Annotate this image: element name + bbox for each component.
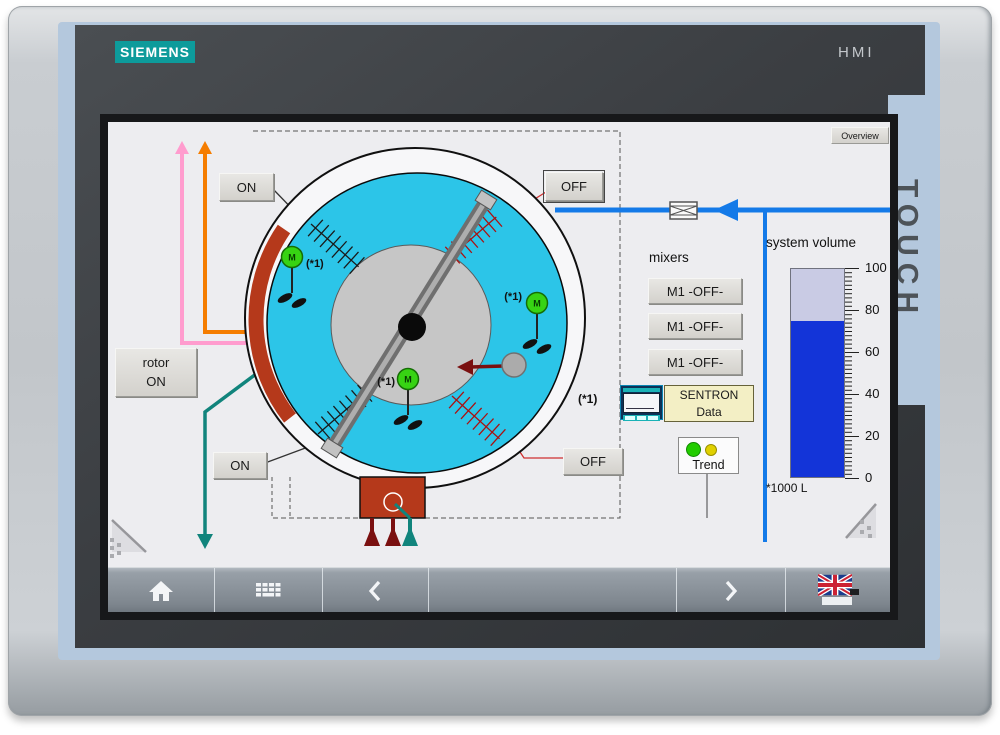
green-indicator-led (686, 442, 701, 457)
pump-housing (360, 477, 425, 518)
pink-feed-line (175, 141, 251, 343)
rotor-on-button[interactable]: rotor ON (115, 348, 197, 397)
motor-note-1: (*1) (306, 258, 324, 270)
volume-tick-label: 0 (865, 470, 890, 486)
sentron-device-icon (620, 385, 663, 420)
mixer-button-3[interactable]: M1 -OFF- (648, 349, 742, 375)
nav-spacer (429, 568, 677, 612)
chevron-left-icon (367, 580, 383, 602)
mixers-section-label: mixers (649, 250, 689, 265)
volume-tick-label: 60 (865, 344, 890, 360)
center-hub (398, 313, 426, 341)
language-label-area (822, 597, 852, 605)
system-volume-bar (790, 268, 845, 478)
home-icon (148, 579, 174, 603)
sentron-data-button[interactable]: SENTRON Data (664, 385, 754, 422)
sentron-device-screen (623, 393, 660, 413)
volume-tick-label: 20 (865, 428, 890, 444)
siemens-logo: SIEMENS (115, 41, 195, 63)
sentron-note: (*1) (578, 392, 597, 406)
rotor-button-line2: ON (146, 373, 166, 392)
volume-tick-label: 80 (865, 302, 890, 318)
yellow-indicator-led (705, 444, 717, 456)
svg-text:M: M (404, 375, 412, 385)
sentron-button-line2: Data (696, 404, 721, 420)
uk-flag-icon (818, 574, 852, 596)
volume-scale-ticks (845, 267, 863, 479)
scraper-off-button-top[interactable]: OFF (545, 172, 603, 201)
rotor-button-line1: rotor (143, 354, 170, 373)
hmi-model-label: HMI (838, 44, 875, 61)
sentron-device-header (623, 388, 660, 392)
trend-button-label: Trend (679, 458, 738, 472)
keyboard-icon (255, 582, 281, 600)
trend-button[interactable]: Trend (678, 437, 739, 474)
dashed-pump-lines (272, 477, 290, 518)
overview-button[interactable]: Overview (831, 127, 889, 144)
chevron-right-icon (723, 580, 739, 602)
language-flag-marker (850, 589, 859, 595)
page-curl-bottom-left[interactable] (110, 520, 146, 558)
volume-tick-label: 40 (865, 386, 890, 402)
sentron-button-line1: SENTRON (680, 387, 739, 403)
motor-note-2: (*1) (504, 291, 522, 303)
inline-valve-symbol (670, 202, 697, 219)
svg-text:M: M (288, 253, 296, 263)
mixer-button-2[interactable]: M1 -OFF- (648, 313, 742, 339)
sentron-device-keys (623, 415, 660, 421)
mixer-button-1[interactable]: M1 -OFF- (648, 278, 742, 304)
display-screen: (*1) (*1) (*1) M M M (108, 122, 890, 612)
page-curl-bottom-right[interactable] (846, 504, 876, 538)
volume-unit-label: *1000 L (766, 481, 807, 495)
volume-tick-label: 100 (865, 260, 890, 276)
nav-keyboard-button[interactable] (215, 568, 322, 612)
scraper-on-button-top[interactable]: ON (219, 173, 274, 201)
nav-back-button[interactable] (323, 568, 429, 612)
nav-forward-button[interactable] (677, 568, 785, 612)
svg-text:M: M (533, 299, 541, 309)
pump-outlet-pipes (364, 518, 418, 546)
motor-note-3: (*1) (377, 376, 395, 388)
system-volume-title: system volume (766, 235, 856, 250)
nav-home-button[interactable] (108, 568, 215, 612)
system-volume-fill (791, 321, 844, 477)
nav-language-button[interactable] (786, 568, 890, 612)
hmi-touch-panel: SIEMENS HMI TOUCH (0, 0, 1000, 735)
scraper-on-button-bottom[interactable]: ON (213, 452, 267, 479)
scraper-off-button-bottom[interactable]: OFF (563, 448, 623, 475)
direct-key-navbar (108, 567, 890, 612)
